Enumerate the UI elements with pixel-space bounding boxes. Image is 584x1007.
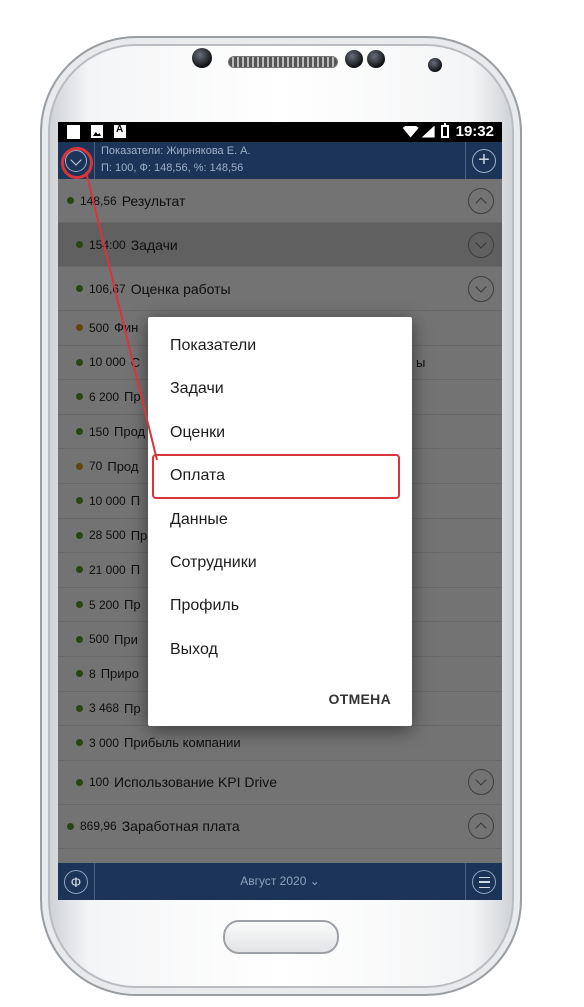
annotation-arrow — [85, 171, 158, 461]
